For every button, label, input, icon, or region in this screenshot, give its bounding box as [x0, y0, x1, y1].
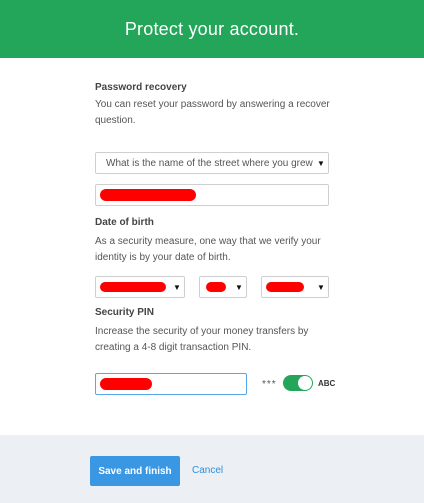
- redaction-mark: [266, 282, 304, 292]
- dob-month-select[interactable]: ▼: [95, 276, 185, 298]
- redaction-mark: [206, 282, 226, 292]
- redaction-mark: [100, 282, 166, 292]
- chevron-down-icon: ▼: [173, 282, 181, 292]
- recovery-question-select[interactable]: What is the name of the street where you…: [95, 152, 329, 174]
- dob-day-select[interactable]: ▼: [199, 276, 247, 298]
- toggle-knob: [298, 376, 312, 390]
- cancel-link[interactable]: Cancel: [192, 465, 223, 476]
- password-recovery-title: Password recovery: [95, 82, 187, 93]
- chevron-down-icon: ▼: [235, 282, 243, 292]
- page-title: Protect your account.: [124, 18, 300, 39]
- redaction-mark: [100, 378, 152, 390]
- chevron-down-icon: ▼: [317, 158, 325, 168]
- pin-reveal-label: ABC: [318, 379, 336, 388]
- show-pin-toggle[interactable]: [283, 375, 313, 391]
- pin-mask-label: ***: [262, 379, 277, 390]
- save-and-finish-button[interactable]: Save and finish: [90, 456, 180, 486]
- password-recovery-description: You can reset your password by answering…: [95, 99, 330, 126]
- security-pin-input[interactable]: [95, 373, 247, 395]
- chevron-down-icon: ▼: [317, 282, 325, 292]
- dob-year-select[interactable]: ▼: [261, 276, 329, 298]
- recovery-question-value: What is the name of the street where you…: [106, 157, 313, 169]
- page-header: Protect your account.: [0, 0, 424, 58]
- redaction-mark: [100, 189, 196, 201]
- date-of-birth-title: Date of birth: [95, 217, 154, 228]
- date-of-birth-description: As a security measure, one way that we v…: [95, 236, 321, 263]
- recovery-answer-input[interactable]: [95, 184, 329, 206]
- security-pin-title: Security PIN: [95, 307, 154, 318]
- security-pin-description: Increase the security of your money tran…: [95, 326, 309, 353]
